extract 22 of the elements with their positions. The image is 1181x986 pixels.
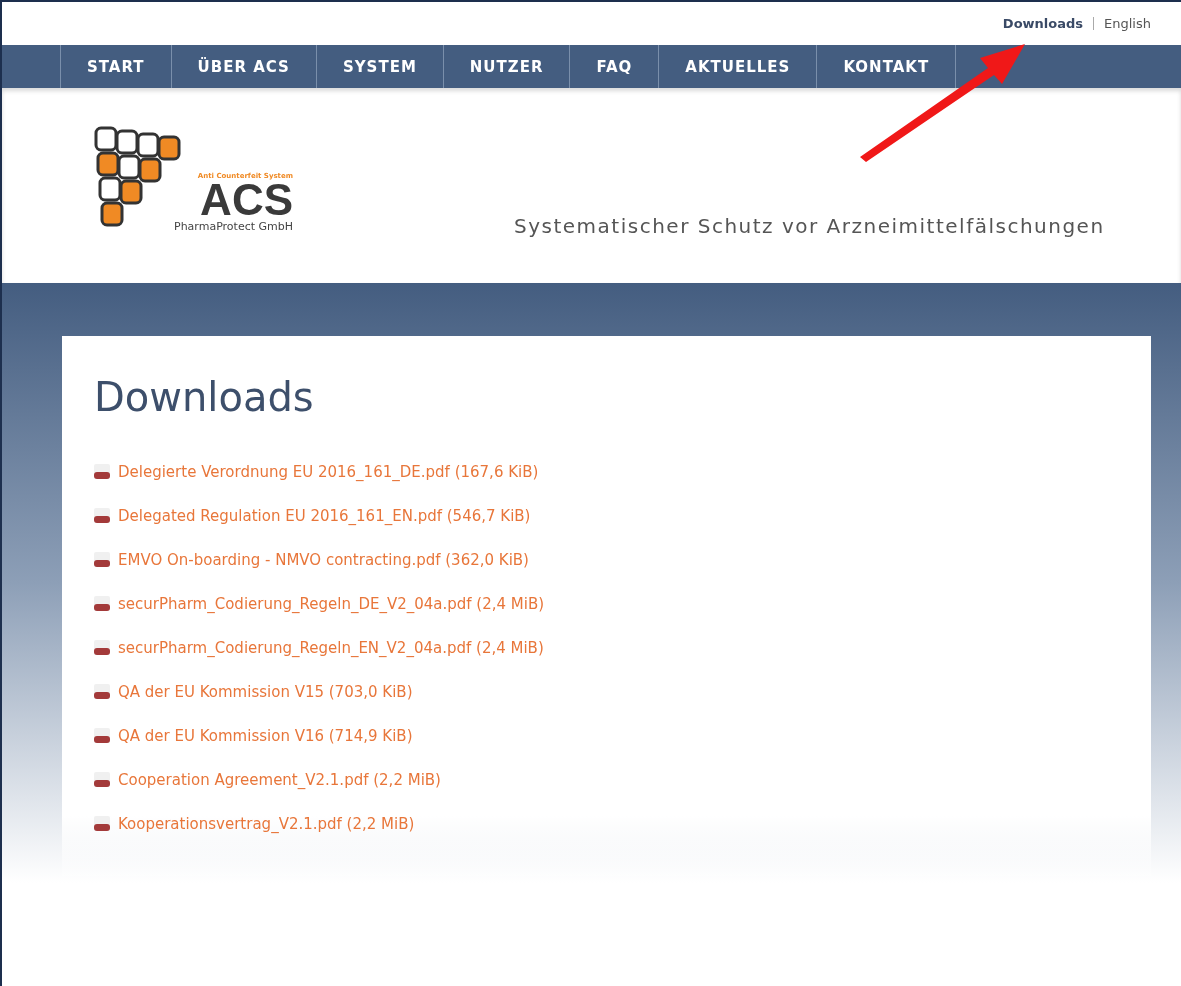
language-link[interactable]: Downloads — [1002, 16, 1084, 31]
pdf-file-icon — [94, 464, 110, 479]
nav-item[interactable]: ÜBER ACS — [170, 45, 316, 88]
pdf-file-icon — [94, 596, 110, 611]
pdf-file-icon — [94, 728, 110, 743]
nav-item[interactable]: AKTUELLES — [658, 45, 817, 88]
nav-item[interactable]: NUTZER — [442, 45, 570, 88]
pdf-file-icon — [94, 684, 110, 699]
nav-item[interactable]: SYSTEM — [315, 45, 443, 88]
pdf-file-icon — [94, 508, 110, 523]
language-link[interactable]: English — [1104, 16, 1151, 31]
pdf-file-icon — [94, 772, 110, 787]
pdf-file-icon — [94, 816, 110, 831]
nav-item[interactable]: KONTAKT — [816, 45, 957, 88]
pdf-file-icon — [94, 640, 110, 655]
logo-company: PharmaProtect GmbH — [174, 220, 293, 233]
slogan: Systematischer Schutz vor Arzneimittelfälschungen — [514, 214, 1105, 238]
page-title: Downloads — [94, 374, 315, 420]
nav-item[interactable]: START — [60, 45, 171, 88]
nav-item[interactable]: FAQ — [569, 45, 659, 88]
logo-name: ACS — [200, 180, 293, 220]
pdf-file-icon — [94, 552, 110, 567]
